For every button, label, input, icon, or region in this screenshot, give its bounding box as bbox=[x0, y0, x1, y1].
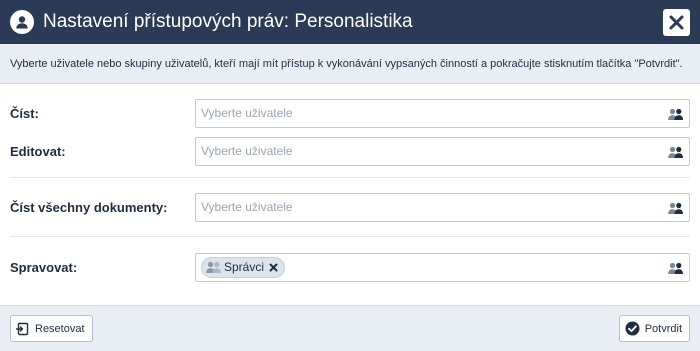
dialog-body: Číst: Vyberte uživatele Editovat: Vybert… bbox=[0, 84, 700, 305]
read-user-picker[interactable]: Vyberte uživatele bbox=[195, 98, 690, 128]
dialog-title: Nastavení přístupových práv: Personalist… bbox=[43, 11, 413, 32]
user-group-icon[interactable] bbox=[668, 146, 683, 164]
info-text: Vyberte uživatele nebo skupiny uživatelů… bbox=[0, 44, 700, 84]
tag-remove-button[interactable] bbox=[269, 263, 278, 272]
user-group-icon[interactable] bbox=[668, 202, 683, 220]
close-icon bbox=[669, 15, 684, 30]
check-circle-icon bbox=[625, 321, 640, 336]
reset-icon bbox=[16, 322, 30, 336]
manage-user-picker[interactable]: Správci bbox=[195, 252, 690, 282]
read-all-user-picker[interactable]: Vyberte uživatele bbox=[195, 192, 690, 222]
edit-placeholder: Vyberte uživatele bbox=[201, 144, 293, 158]
selected-group-tag: Správci bbox=[201, 256, 286, 278]
field-row-edit: Editovat: Vyberte uživatele bbox=[10, 132, 690, 170]
edit-user-picker[interactable]: Vyberte uživatele bbox=[195, 136, 690, 166]
user-circle-icon bbox=[10, 10, 34, 34]
field-row-manage: Spravovat: Správci bbox=[10, 245, 690, 289]
user-group-icon bbox=[206, 261, 221, 274]
read-all-label: Číst všechny dokumenty: bbox=[10, 199, 168, 215]
reset-label: Resetovat bbox=[35, 322, 85, 335]
dialog-footer: Resetovat Potvrdit bbox=[0, 305, 700, 351]
confirm-label: Potvrdit bbox=[644, 322, 682, 335]
field-row-read-all: Číst všechny dokumenty: Vyberte uživatel… bbox=[10, 185, 690, 229]
manage-label: Spravovat: bbox=[10, 259, 78, 275]
confirm-button[interactable]: Potvrdit bbox=[618, 315, 690, 342]
tag-label: Správci bbox=[224, 260, 265, 274]
close-button[interactable] bbox=[663, 9, 690, 36]
user-group-icon[interactable] bbox=[668, 262, 683, 280]
reset-button[interactable]: Resetovat bbox=[10, 315, 93, 342]
read-placeholder: Vyberte uživatele bbox=[201, 106, 293, 120]
access-rights-dialog: Nastavení přístupových práv: Personalist… bbox=[0, 0, 700, 351]
edit-label: Editovat: bbox=[10, 143, 66, 159]
dialog-header: Nastavení přístupových práv: Personalist… bbox=[0, 0, 700, 44]
field-row-read: Číst: Vyberte uživatele bbox=[10, 94, 690, 132]
read-all-placeholder: Vyberte uživatele bbox=[201, 200, 293, 214]
close-icon bbox=[269, 263, 278, 271]
user-group-icon[interactable] bbox=[668, 108, 683, 126]
read-label: Číst: bbox=[10, 105, 39, 121]
